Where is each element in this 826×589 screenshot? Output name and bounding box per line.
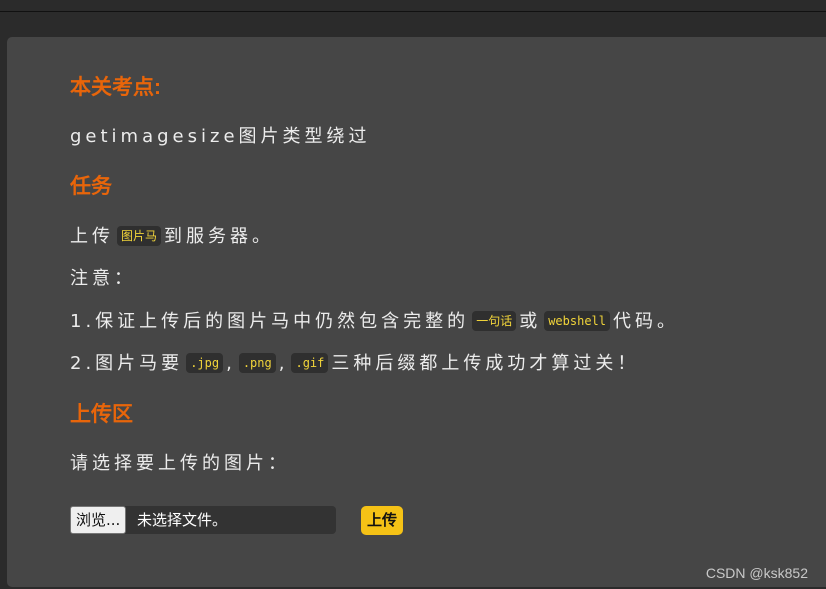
- file-input[interactable]: 浏览... 未选择文件。: [70, 506, 336, 534]
- note2-sep-2: ,: [278, 353, 289, 374]
- focus-text: getimagesize图片类型绕过: [70, 126, 371, 147]
- top-bar: [0, 0, 826, 12]
- note-line-1: 1.保证上传后的图片马中仍然包含完整的 一句话或 webshell 代码。: [70, 309, 679, 335]
- note1-suffix: 代码。: [613, 311, 679, 332]
- upload-form: 浏览... 未选择文件。 上传: [70, 506, 670, 535]
- upload-heading: 上传区: [70, 403, 133, 426]
- code-jpg: .jpg: [186, 353, 224, 373]
- note2-prefix: 2.图片马要: [70, 353, 184, 374]
- task-line-suffix: 到服务器。: [164, 226, 275, 247]
- upload-prompt: 请选择要上传的图片：: [70, 453, 290, 474]
- task-heading: 任务: [70, 175, 112, 198]
- note2-suffix: 三种后缀都上传成功才算过关！: [331, 353, 640, 374]
- task-line-prefix: 上传: [70, 226, 114, 247]
- csdn-watermark: CSDN @ksk852: [705, 565, 808, 581]
- focus-heading: 本关考点:: [70, 76, 161, 99]
- file-status-text: 未选择文件。: [137, 511, 228, 529]
- note-line-2: 2.图片马要 .jpg, .png, .gif 三种后缀都上传成功才算过关！: [70, 351, 639, 377]
- code-one-liner: 一句话: [472, 311, 517, 331]
- task-line-upload: 上传 图片马 到服务器。: [70, 224, 274, 250]
- code-png: .png: [238, 353, 276, 373]
- note2-sep-1: ,: [226, 353, 236, 374]
- code-gif: .gif: [291, 353, 329, 373]
- content-panel: 本关考点: getimagesize图片类型绕过 任务 上传 图片马 到服务器。 注…: [7, 37, 826, 587]
- upload-submit-button[interactable]: 上传: [361, 506, 404, 535]
- code-webshell: webshell: [544, 311, 610, 331]
- browse-button[interactable]: 浏览...: [70, 506, 127, 534]
- note-label: 注意：: [70, 268, 136, 289]
- note1-prefix: 1.保证上传后的图片马中仍然包含完整的: [70, 311, 470, 332]
- code-image-horse: 图片马: [117, 226, 162, 246]
- note1-middle: 或: [519, 311, 542, 332]
